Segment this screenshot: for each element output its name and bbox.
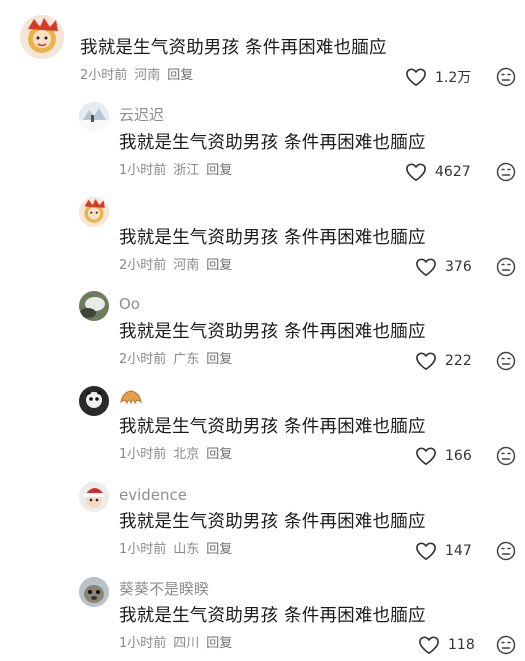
comment-text: 我就是生气资助男孩 条件再困难也腼应 [80,38,387,58]
like-button[interactable]: 166 [415,445,472,467]
heart-outline-icon [406,68,426,86]
frown-face-icon [496,67,516,87]
comment-text: 我就是生气资助男孩 条件再困难也腼应 [119,512,426,532]
reply-username[interactable]: evidence [119,486,187,504]
reply-item: 云迟迟 我就是生气资助男孩 条件再困难也腼应 1小时前 浙江 回复 4627 [0,90,525,185]
frown-face-icon [496,351,516,371]
reply-username[interactable]: 云迟迟 [119,106,164,124]
dislike-button[interactable] [496,162,516,182]
dislike-button[interactable] [496,351,516,371]
reply-button[interactable]: 回复 [206,636,232,651]
comment-region: 河南 [134,68,161,83]
comment-text: 我就是生气资助男孩 条件再困难也腼应 [119,417,426,437]
dislike-button[interactable] [496,541,516,561]
comment-region: 四川 [173,636,200,651]
comment-meta: 1小时前 四川 回复 [119,636,239,652]
like-button[interactable]: 4627 [405,161,471,183]
like-button[interactable]: 118 [418,634,475,656]
frown-face-icon [496,446,516,466]
reply-button[interactable]: 回复 [167,68,193,83]
reply-item: 葵葵不是睽睽 我就是生气资助男孩 条件再困难也腼应 1小时前 四川 回复 118 [0,565,525,661]
comment-item: 我就是生气资助男孩 条件再困难也腼应 2小时前 河南 回复 1.2万 [0,0,525,90]
user-avatar-snow[interactable] [79,102,109,132]
dislike-button[interactable] [496,257,516,277]
user-avatar-green[interactable] [79,291,109,321]
reply-username[interactable]: 葵葵不是睽睽 [119,580,209,598]
comment-region: 广东 [173,352,200,367]
reply-button[interactable]: 回复 [206,352,232,367]
user-avatar-santa[interactable] [79,482,109,512]
comment-meta: 1小时前 山东 回复 [119,542,239,558]
comment-time: 2小时前 [119,352,167,367]
comment-text: 我就是生气资助男孩 条件再困难也腼应 [119,322,426,342]
frown-face-icon [496,635,516,655]
comment-meta: 1小时前 北京 回复 [119,447,239,463]
comment-meta: 2小时前 广东 回复 [119,352,239,368]
like-count: 166 [445,448,472,464]
reply-button[interactable]: 回复 [206,163,232,178]
reply-item: 我就是生气资助男孩 条件再困难也腼应 1小时前 北京 回复 166 [0,375,525,470]
dislike-button[interactable] [496,446,516,466]
comment-region: 山东 [173,542,200,557]
user-avatar-seal[interactable] [79,577,109,607]
comment-time: 2小时前 [119,258,167,273]
like-button[interactable]: 376 [415,256,472,278]
user-avatar-lion[interactable] [79,197,109,227]
comment-text: 我就是生气资助男孩 条件再困难也腼应 [119,133,426,153]
like-button[interactable]: 1.2万 [405,66,471,88]
reply-item: Oo 我就是生气资助男孩 条件再困难也腼应 2小时前 广东 回复 222 [0,280,525,375]
comment-time: 1小时前 [119,447,167,462]
comment-region: 河南 [173,258,200,273]
dislike-button[interactable] [496,67,516,87]
comment-meta: 2小时前 河南 回复 [80,68,200,84]
reply-username[interactable]: Oo [119,295,140,313]
heart-outline-icon [419,636,439,654]
comment-text: 我就是生气资助男孩 条件再困难也腼应 [119,606,426,626]
reply-item: evidence 我就是生气资助男孩 条件再困难也腼应 1小时前 山东 回复 147 [0,470,525,565]
reply-username[interactable] [119,388,143,412]
frown-face-icon [496,257,516,277]
comment-time: 1小时前 [119,542,167,557]
reply-item: 我就是生气资助男孩 条件再困难也腼应 2小时前 河南 回复 376 [0,185,525,280]
user-avatar-dark[interactable] [79,386,109,416]
comment-time: 2小时前 [80,68,128,83]
heart-outline-icon [416,542,436,560]
comment-time: 1小时前 [119,163,167,178]
like-count: 4627 [435,164,471,180]
like-count: 1.2万 [435,70,472,86]
comment-region: 北京 [173,447,200,462]
reply-button[interactable]: 回复 [206,258,232,273]
heart-outline-icon [416,352,436,370]
croissant-emoji-icon [119,388,143,412]
like-count: 147 [445,543,472,559]
heart-outline-icon [416,258,436,276]
like-button[interactable]: 222 [415,350,472,372]
frown-face-icon [496,162,516,182]
like-count: 118 [448,637,475,653]
dislike-button[interactable] [496,635,516,655]
comment-meta: 1小时前 浙江 回复 [119,163,239,179]
comment-region: 浙江 [173,163,200,178]
comment-meta: 2小时前 河南 回复 [119,258,239,274]
comment-time: 1小时前 [119,636,167,651]
like-count: 222 [445,353,472,369]
reply-button[interactable]: 回复 [206,542,232,557]
frown-face-icon [496,541,516,561]
comment-text: 我就是生气资助男孩 条件再困难也腼应 [119,228,426,248]
user-avatar-lion[interactable] [20,15,64,59]
heart-outline-icon [406,163,426,181]
like-count: 376 [445,259,472,275]
heart-outline-icon [416,447,436,465]
reply-button[interactable]: 回复 [206,447,232,462]
like-button[interactable]: 147 [415,540,472,562]
